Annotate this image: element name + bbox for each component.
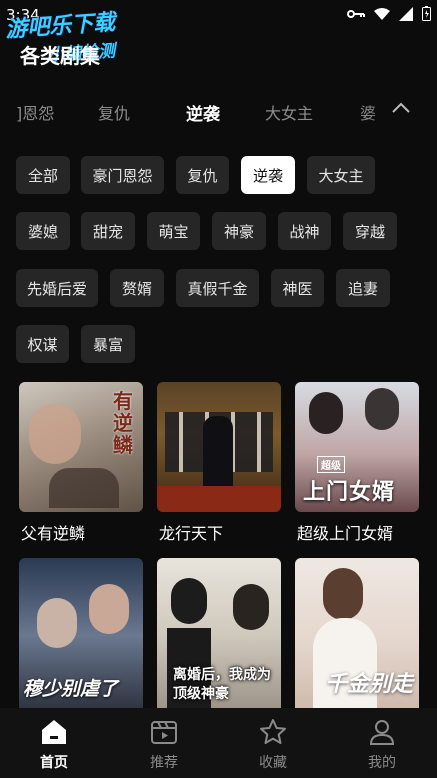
drama-card[interactable]: 龙行天下 bbox=[157, 382, 281, 543]
cover-title-text: 穆少别虐了 bbox=[23, 678, 119, 700]
battery-icon bbox=[422, 6, 431, 21]
tab-mine-label: 我的 bbox=[368, 755, 396, 771]
tab-haomen-enyuan[interactable]: ]恩怨 bbox=[16, 100, 54, 124]
filter-chip[interactable]: 大女主 bbox=[307, 156, 375, 194]
filter-chip[interactable]: 甜宠 bbox=[81, 212, 135, 250]
filter-chip[interactable]: 先婚后爱 bbox=[16, 269, 98, 307]
filter-chip[interactable]: 战神 bbox=[278, 212, 331, 250]
filter-chip-selected[interactable]: 逆袭 bbox=[241, 156, 295, 194]
cover-tag-text: 超级 bbox=[317, 456, 345, 473]
filter-chip[interactable]: 真假千金 bbox=[176, 269, 259, 307]
filter-chip[interactable]: 神豪 bbox=[212, 212, 266, 250]
page-title: 各类剧集 bbox=[20, 44, 100, 68]
drama-cover[interactable]: 穆少别虐了 bbox=[19, 558, 143, 714]
video-icon bbox=[151, 721, 177, 744]
filter-chip[interactable]: 婆媳 bbox=[16, 212, 70, 250]
tab-recommend-label: 推荐 bbox=[150, 755, 178, 771]
drama-card[interactable]: 千金别走 bbox=[295, 558, 419, 714]
signal-icon bbox=[399, 6, 413, 21]
tab-favorites[interactable]: 收藏 bbox=[233, 716, 313, 772]
cover-title-text: 离婚后，我成为顶级神豪 bbox=[173, 667, 271, 702]
drama-card[interactable]: 超级 上门女婿 超级上门女婿 bbox=[295, 382, 419, 543]
bottom-tab-bar: 首页 推荐 收藏 我的 bbox=[0, 708, 437, 778]
drama-card[interactable]: 穆少别虐了 bbox=[19, 558, 143, 714]
tab-mine[interactable]: 我的 bbox=[342, 716, 422, 772]
tab-home[interactable]: 首页 bbox=[14, 716, 94, 772]
chevron-up-icon bbox=[392, 102, 410, 113]
drama-title[interactable]: 龙行天下 bbox=[159, 520, 223, 544]
filter-chip[interactable]: 全部 bbox=[16, 156, 70, 194]
drama-card[interactable]: 离婚后，我成为顶级神豪 bbox=[157, 558, 281, 714]
drama-cover[interactable]: 超级 上门女婿 bbox=[295, 382, 419, 512]
tab-favorites-label: 收藏 bbox=[259, 755, 287, 771]
drama-card[interactable]: 有逆鳞 父有逆鳞 bbox=[19, 382, 143, 543]
collapse-button[interactable] bbox=[389, 98, 413, 118]
filter-chip[interactable]: 神医 bbox=[271, 269, 324, 307]
key-icon bbox=[347, 9, 365, 18]
filter-chip[interactable]: 复仇 bbox=[176, 156, 229, 194]
filter-chip[interactable]: 暴富 bbox=[81, 325, 135, 363]
drama-cover[interactable]: 千金别走 bbox=[295, 558, 419, 714]
filter-chip[interactable]: 权谋 bbox=[16, 325, 69, 363]
filter-chip[interactable]: 赘婿 bbox=[110, 269, 164, 307]
cover-title-text: 千金别走 bbox=[325, 672, 414, 697]
star-icon bbox=[260, 719, 286, 744]
filter-chip[interactable]: 豪门恩怨 bbox=[81, 156, 164, 194]
cover-title-text: 上门女婿 bbox=[303, 480, 396, 505]
drama-title[interactable]: 超级上门女婿 bbox=[297, 520, 393, 544]
wifi-icon bbox=[374, 7, 390, 20]
category-tabs: ]恩怨 复仇 逆袭 大女主 婆 bbox=[0, 88, 437, 132]
status-icons bbox=[347, 6, 431, 21]
tab-home-label: 首页 bbox=[40, 755, 68, 771]
filter-chip[interactable]: 追妻 bbox=[336, 269, 390, 307]
drama-cover[interactable] bbox=[157, 382, 281, 512]
tab-nixi[interactable]: 逆袭 bbox=[186, 100, 220, 125]
user-icon bbox=[369, 720, 395, 745]
cover-title-text: 有逆鳞 bbox=[113, 389, 133, 457]
filter-chip[interactable]: 穿越 bbox=[343, 212, 397, 250]
tab-fuchou[interactable]: 复仇 bbox=[98, 100, 130, 124]
home-icon bbox=[42, 720, 66, 744]
tab-recommend[interactable]: 推荐 bbox=[124, 716, 204, 772]
drama-cover[interactable]: 有逆鳞 bbox=[19, 382, 143, 512]
drama-cover[interactable]: 离婚后，我成为顶级神豪 bbox=[157, 558, 281, 714]
tab-danvzhu[interactable]: 大女主 bbox=[265, 100, 313, 124]
filter-chip[interactable]: 萌宝 bbox=[147, 212, 200, 250]
drama-title[interactable]: 父有逆鳞 bbox=[21, 520, 85, 544]
